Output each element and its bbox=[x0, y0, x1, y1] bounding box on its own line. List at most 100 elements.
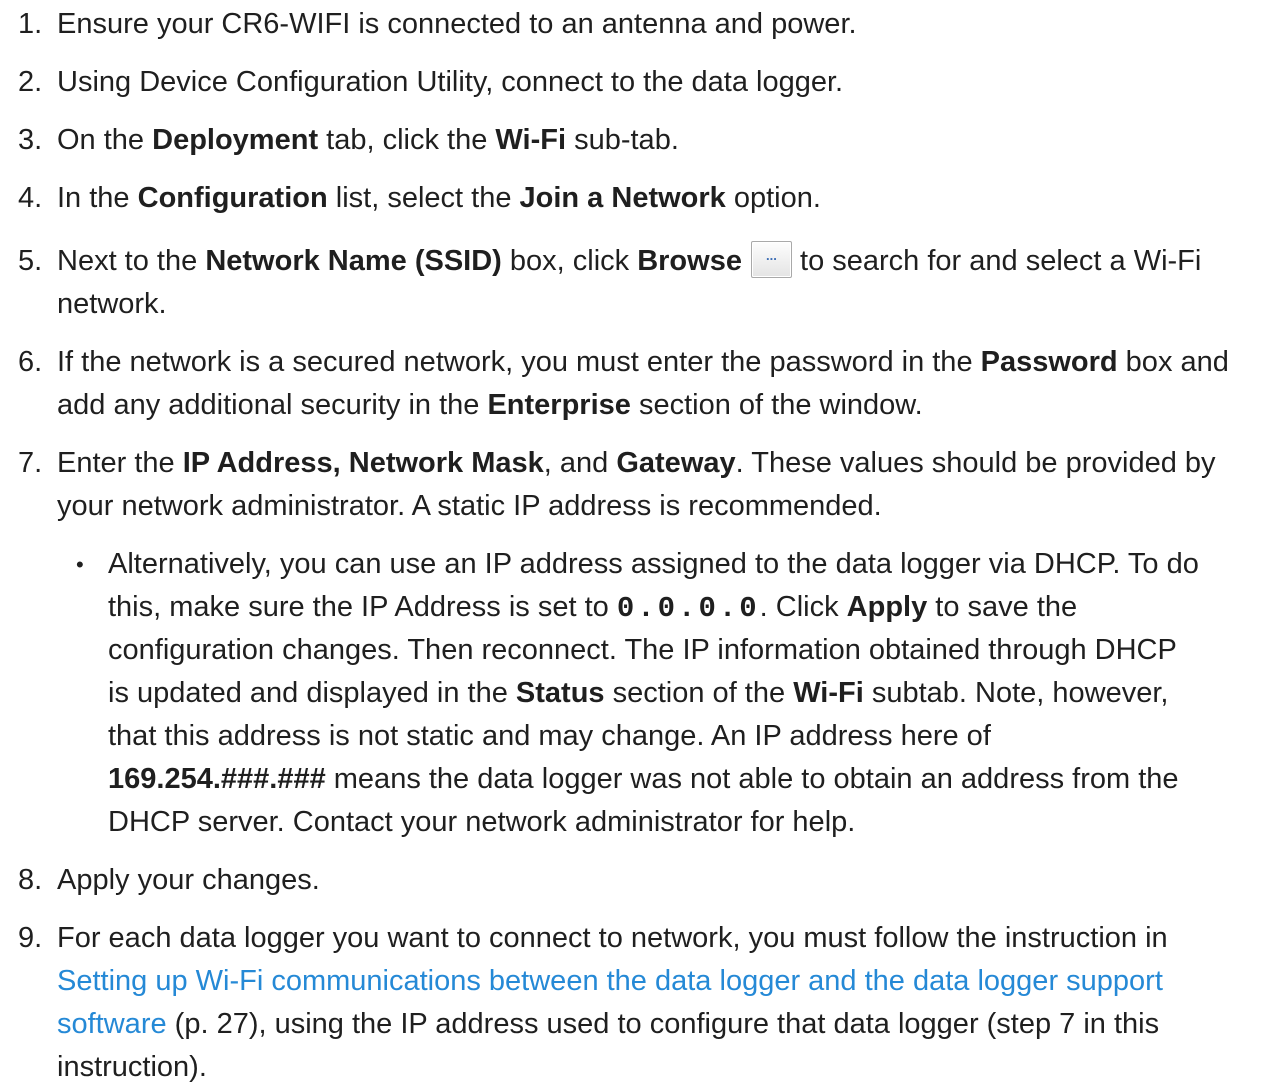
step-number: 9. bbox=[18, 922, 43, 954]
text-run: . These values should be provided by bbox=[735, 447, 1216, 479]
text-line: that this address is not static and may … bbox=[108, 715, 1286, 758]
step-number: 6. bbox=[18, 346, 43, 378]
text-run: section of the window. bbox=[630, 389, 923, 421]
step-4: 4. In the Configuration list, select the … bbox=[0, 177, 1286, 220]
text-run: Ensure your CR6-WIFI is connected to an … bbox=[57, 8, 857, 40]
text-run: network. bbox=[57, 288, 167, 320]
text-run: instruction). bbox=[57, 1051, 207, 1083]
code-value: 0.0.0.0 bbox=[616, 592, 760, 625]
text-run: Alternatively, you can use an IP address… bbox=[108, 548, 1199, 580]
step-body: Next to the Network Name (SSID) box, cli… bbox=[57, 240, 1286, 326]
step-body: In the Configuration list, select the Jo… bbox=[57, 177, 1286, 220]
text-run: configuration changes. Then reconnect. T… bbox=[108, 634, 1177, 666]
text-run: to search for and select a Wi-Fi bbox=[791, 245, 1202, 277]
text-line: this, make sure the IP Address is set to… bbox=[108, 586, 1286, 629]
step-1: 1. Ensure your CR6-WIFI is connected to a… bbox=[0, 3, 1286, 46]
text-line: Enter the IP Address, Network Mask, and … bbox=[57, 442, 1286, 485]
text-run: is updated and displayed in the bbox=[108, 677, 516, 709]
text-line: add any additional security in the Enter… bbox=[57, 384, 1286, 427]
bold-term: Status bbox=[515, 677, 605, 709]
instruction-steps: 1. Ensure your CR6-WIFI is connected to a… bbox=[0, 3, 1286, 1089]
text-line: software (p. 27), using the IP address u… bbox=[57, 1003, 1286, 1046]
text-line: Next to the Network Name (SSID) box, cli… bbox=[57, 240, 1286, 283]
bold-term: Gateway bbox=[616, 447, 736, 479]
text-line: is updated and displayed in the Status s… bbox=[108, 672, 1286, 715]
step-body: Enter the IP Address, Network Mask, and … bbox=[57, 442, 1286, 844]
text-line: instruction). bbox=[57, 1046, 1286, 1089]
cross-reference-link[interactable]: software bbox=[57, 1008, 167, 1040]
text-run: section of the bbox=[604, 677, 794, 709]
bold-term: IP Address, Network Mask bbox=[182, 447, 544, 479]
text-run: add any additional security in the bbox=[57, 389, 488, 421]
bold-term: Password bbox=[980, 346, 1118, 378]
text-run: Enter the bbox=[57, 447, 183, 479]
text-run: In the bbox=[57, 182, 138, 214]
step-9: 9. For each data logger you want to conne… bbox=[0, 917, 1286, 1089]
step-7: 7. Enter the IP Address, Network Mask, an… bbox=[0, 442, 1286, 844]
step-8: 8. Apply your changes. bbox=[0, 859, 1286, 902]
sub-bullet: • Alternatively, you can use an IP addres… bbox=[57, 543, 1286, 844]
step-number: 2. bbox=[18, 66, 43, 98]
text-line: Setting up Wi-Fi communications between … bbox=[57, 960, 1286, 1003]
bold-term: Deployment bbox=[152, 124, 319, 156]
cross-reference-link[interactable]: Setting up Wi-Fi communications between … bbox=[57, 965, 1163, 997]
manual-page: 1. Ensure your CR6-WIFI is connected to a… bbox=[0, 0, 1286, 1092]
text-run: For each data logger you want to connect… bbox=[57, 922, 1168, 954]
text-line: If the network is a secured network, you… bbox=[57, 341, 1286, 384]
bold-term: Network Name (SSID) bbox=[205, 245, 502, 277]
browse-button-icon: ... bbox=[750, 241, 792, 278]
text-run: Next to the bbox=[57, 245, 206, 277]
step-body: Using Device Configuration Utility, conn… bbox=[57, 61, 1286, 104]
text-run: If the network is a secured network, you… bbox=[57, 346, 981, 378]
ellipsis-label: ... bbox=[766, 248, 777, 263]
text-run: , and bbox=[543, 447, 617, 479]
bold-term: Browse bbox=[637, 245, 742, 277]
text-line: Apply your changes. bbox=[57, 859, 1286, 902]
bold-term: Apply bbox=[846, 591, 928, 623]
step-number: 4. bbox=[18, 182, 43, 214]
step-number: 8. bbox=[18, 864, 43, 896]
text-run: On the bbox=[57, 124, 153, 156]
step-5: 5. Next to the Network Name (SSID) box, c… bbox=[0, 240, 1286, 326]
text-run: tab, click the bbox=[318, 124, 496, 156]
step-3: 3. On the Deployment tab, click the Wi-Fi… bbox=[0, 119, 1286, 162]
text-run: means the data logger was not able to ob… bbox=[325, 763, 1179, 795]
text-run: that this address is not static and may … bbox=[108, 720, 991, 752]
text-run: . Click bbox=[759, 591, 847, 623]
step-body: Ensure your CR6-WIFI is connected to an … bbox=[57, 3, 1286, 46]
step-6: 6. If the network is a secured network, y… bbox=[0, 341, 1286, 427]
text-line: For each data logger you want to connect… bbox=[57, 917, 1286, 960]
text-line: In the Configuration list, select the Jo… bbox=[57, 177, 1286, 220]
step-body: Apply your changes. bbox=[57, 859, 1286, 902]
bold-term: Wi-Fi bbox=[495, 124, 567, 156]
bold-term: Configuration bbox=[137, 182, 328, 214]
text-run: (p. 27), using the IP address used to co… bbox=[166, 1008, 1160, 1040]
text-line: DHCP server. Contact your network admini… bbox=[108, 801, 1286, 844]
bullet-marker: • bbox=[76, 552, 84, 577]
bullet-text: Alternatively, you can use an IP address… bbox=[108, 543, 1286, 844]
step-number: 5. bbox=[18, 245, 43, 277]
bold-term: Join a Network bbox=[519, 182, 726, 214]
text-run: option. bbox=[725, 182, 821, 214]
text-line: network. bbox=[57, 283, 1286, 326]
text-line: Using Device Configuration Utility, conn… bbox=[57, 61, 1286, 104]
text-line: On the Deployment tab, click the Wi-Fi s… bbox=[57, 119, 1286, 162]
text-run: this, make sure the IP Address is set to bbox=[108, 591, 617, 623]
text-run: sub-tab. bbox=[566, 124, 679, 156]
text-run: DHCP server. Contact your network admini… bbox=[108, 806, 856, 838]
text-line: 169.254.###.### means the data logger wa… bbox=[108, 758, 1286, 801]
step-body: For each data logger you want to connect… bbox=[57, 917, 1286, 1089]
step-body: If the network is a secured network, you… bbox=[57, 341, 1286, 427]
text-run: Using Device Configuration Utility, conn… bbox=[57, 66, 844, 98]
text-line: Alternatively, you can use an IP address… bbox=[108, 543, 1286, 586]
step-body: On the Deployment tab, click the Wi-Fi s… bbox=[57, 119, 1286, 162]
text-run: your network administrator. A static IP … bbox=[57, 490, 882, 522]
text-line: your network administrator. A static IP … bbox=[57, 485, 1286, 528]
text-line: configuration changes. Then reconnect. T… bbox=[108, 629, 1286, 672]
step-2: 2. Using Device Configuration Utility, co… bbox=[0, 61, 1286, 104]
bold-term: 169.254.###.### bbox=[108, 763, 326, 795]
text-run: to save the bbox=[927, 591, 1078, 623]
bold-term: Wi-Fi bbox=[793, 677, 864, 709]
text-line: Ensure your CR6-WIFI is connected to an … bbox=[57, 3, 1286, 46]
step-number: 7. bbox=[18, 447, 43, 479]
